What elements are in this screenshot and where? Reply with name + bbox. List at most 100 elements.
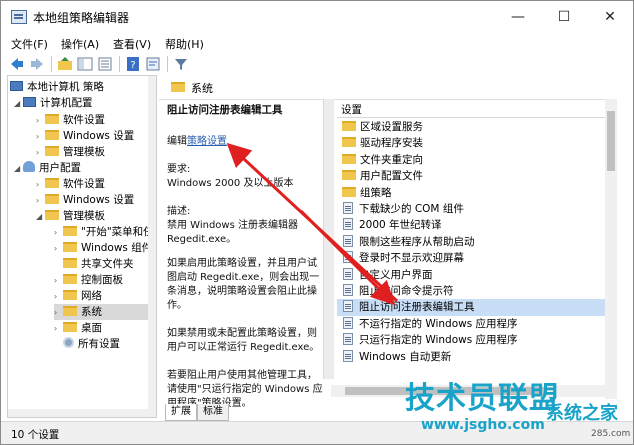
watermark-tag: 285.com [591,429,631,439]
menu-bar: 文件(F) 操作(A) 查看(V) 帮助(H) [1,33,633,53]
menu-help[interactable]: 帮助(H) [165,36,204,52]
export-list-icon[interactable] [97,56,113,72]
collapse-arrow-icon[interactable]: › [36,145,45,161]
maximize-button[interactable]: ☐ [541,1,587,33]
tree-system[interactable]: › 系统 [54,304,154,320]
properties-icon[interactable] [145,56,161,72]
expand-arrow-icon[interactable]: ◢ [36,209,45,225]
list-item-policy[interactable]: 限制这些程序从帮助启动 [337,234,607,251]
policy-setting-icon [343,218,353,231]
tree-cc-admin[interactable]: › 管理模板 [36,144,105,160]
folder-icon [342,153,356,164]
minimize-button[interactable]: — [495,1,541,33]
edit-policy-link[interactable]: 策略设置 [187,136,227,147]
tree-horizontal-scrollbar[interactable] [8,409,156,417]
list-item-folder[interactable]: 文件夹重定向 [337,152,607,169]
tab-extended[interactable]: 扩展 [165,404,197,421]
policy-setting-icon [343,300,353,313]
watermark-main: 技术员联盟 [405,381,560,416]
tree-uc-windows[interactable]: › Windows 设置 [36,192,134,208]
list-item-policy[interactable]: 登录时不显示欢迎屏幕 [337,250,607,267]
policy-setting-icon [343,349,353,362]
collapse-arrow-icon[interactable]: › [36,113,45,129]
list-item-policy[interactable]: Windows 自动更新 [337,349,607,366]
help-icon[interactable]: ? [125,56,141,72]
tree-all-settings[interactable]: 所有设置 [54,336,120,352]
collapse-arrow-icon[interactable]: › [54,305,63,321]
tree-uc-admin[interactable]: ◢ 管理模板 [36,208,105,224]
collapse-arrow-icon[interactable]: › [54,321,63,337]
list-item-policy[interactable]: 只运行指定的 Windows 应用程序 [337,332,607,349]
svg-text:?: ? [130,60,135,71]
scroll-thumb[interactable] [607,111,615,171]
folder-icon [342,186,356,197]
folder-icon [171,82,185,92]
tree-computer-config[interactable]: ◢ 计算机配置 [14,95,93,111]
tab-standard[interactable]: 标准 [197,404,229,421]
description-text: 禁用 Windows 注册表编辑器 Regedit.exe。 [167,220,298,245]
list-item-policy[interactable]: 自定义用户界面 [337,267,607,284]
policy-setting-icon [343,284,353,296]
tree-vertical-scrollbar[interactable] [148,76,156,417]
computer-icon [23,97,36,107]
tree-network[interactable]: › 网络 [54,288,102,304]
expand-arrow-icon[interactable]: ◢ [14,161,23,177]
list-item-selected-policy[interactable]: 阻止访问注册表编辑工具 [337,299,607,317]
up-folder-icon[interactable] [57,56,73,72]
collapse-arrow-icon[interactable]: › [36,177,45,193]
menu-file[interactable]: 文件(F) [11,36,48,52]
collapse-arrow-icon[interactable]: › [54,225,63,241]
menu-action[interactable]: 操作(A) [61,36,99,52]
filter-icon[interactable] [173,56,189,72]
tree-root[interactable]: 本地计算机 策略 [10,79,104,95]
requirements-value: Windows 2000 及以上版本 [167,178,294,189]
menu-view[interactable]: 查看(V) [113,36,151,52]
forward-arrow-icon[interactable] [29,56,45,72]
policy-setting-icon [343,202,353,214]
folder-icon [63,226,77,236]
tree-shared-folders[interactable]: 共享文件夹 [54,256,134,272]
column-header-setting[interactable]: 设置 [341,102,362,117]
toolbar: ? [1,53,633,75]
tree-cc-software[interactable]: › 软件设置 [36,112,105,128]
description-enabled: 如果启用此策略设置，并且用户试图启动 Regedit.exe，则会出现一条消息，… [167,258,320,311]
tree-control-panel[interactable]: › 控制面板 [54,272,123,288]
tree-desktop[interactable]: › 桌面 [54,320,102,336]
pane-splitter[interactable] [323,99,334,379]
list-vertical-scrollbar[interactable] [605,99,617,399]
tree-windows-components[interactable]: › Windows 组件 [54,240,152,256]
policy-tree[interactable]: 本地计算机 策略 ◢ 计算机配置 › 软件设置 › Windows 设置 › 管理模板 … [7,75,157,418]
list-item-policy[interactable]: 阻止访问命令提示符 [337,283,607,300]
folder-icon [45,146,59,156]
pane-header: 系统 [159,75,605,100]
window-title: 本地组策略编辑器 [33,11,130,25]
show-hide-tree-icon[interactable] [77,56,93,72]
group-policy-icon [11,10,27,24]
list-item-policy[interactable]: 下载缺少的 COM 组件 [337,201,607,218]
collapse-arrow-icon[interactable]: › [36,193,45,209]
policy-setting-icon [343,234,353,247]
collapse-arrow-icon[interactable]: › [54,273,63,289]
back-arrow-icon[interactable] [9,56,25,72]
folder-icon [342,137,356,148]
list-item-folder[interactable]: 驱动程序安装 [337,135,607,152]
tree-cc-windows[interactable]: › Windows 设置 [36,128,134,144]
list-item-folder[interactable]: 用户配置文件 [337,168,607,185]
close-button[interactable]: ✕ [587,1,633,33]
tree-uc-software[interactable]: › 软件设置 [36,176,105,192]
description-label: 描述: [167,206,191,217]
list-item-policy[interactable]: 不运行指定的 Windows 应用程序 [337,316,607,333]
tree-user-config[interactable]: ◢ 用户配置 [14,160,81,176]
list-item-folder[interactable]: 区域设置服务 [337,119,607,136]
expand-arrow-icon[interactable]: ◢ [14,96,23,112]
collapse-arrow-icon[interactable]: › [54,289,63,305]
policy-setting-icon [343,251,353,264]
folder-icon [63,290,77,300]
collapse-arrow-icon[interactable]: › [54,241,63,257]
tree-start-menu[interactable]: ›"开始"菜单和任务栏 [54,224,156,241]
user-icon [23,161,35,172]
collapse-arrow-icon[interactable]: › [36,129,45,145]
computer-policy-icon [10,81,23,91]
list-item-policy[interactable]: 2000 年世纪转译 [337,217,607,234]
list-item-folder[interactable]: 组策略 [337,185,607,202]
